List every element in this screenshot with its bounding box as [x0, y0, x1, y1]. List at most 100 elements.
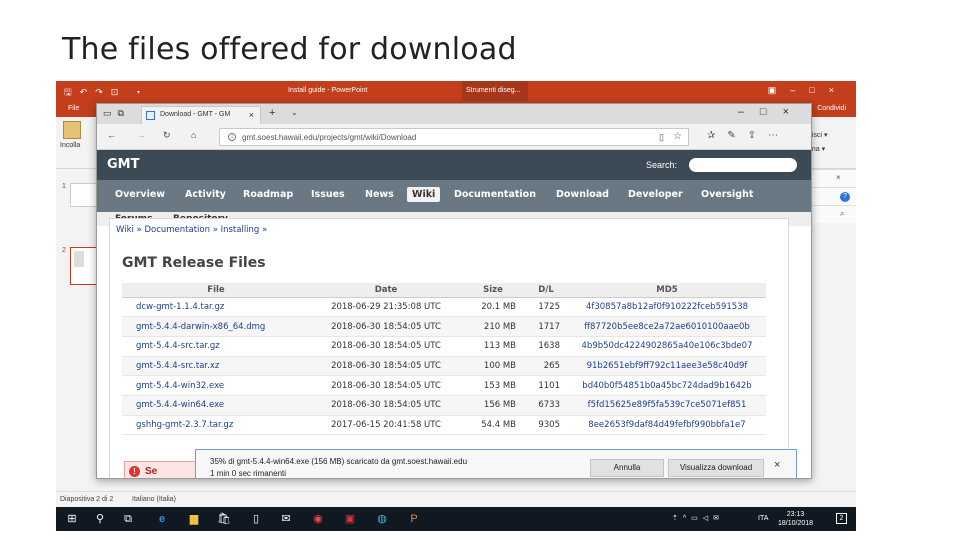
file-date: 2018-06-30 18:54:05 UTC	[310, 356, 462, 377]
column-header-file[interactable]: File	[122, 283, 310, 298]
file-date: 2018-06-29 21:35:08 UTC	[310, 297, 462, 318]
file-md5: 91b2651ebf9ff792c11aee3e58c40d9f	[568, 356, 766, 377]
back-icon[interactable]: ←	[107, 130, 116, 140]
browser-toolbar-icons[interactable]: ✰✎⇪⋯	[707, 130, 790, 141]
file-md5: 8ee2653f9daf84d49fefbf990bbfa1e7	[568, 415, 766, 436]
menu-developer[interactable]: Developer	[628, 189, 683, 200]
globe-icon[interactable]: ◍	[374, 511, 390, 527]
browser-window-controls[interactable]: –□×	[738, 106, 805, 118]
slide-number-1: 1	[62, 183, 66, 190]
menu-overview[interactable]: Overview	[115, 189, 165, 200]
menu-oversight[interactable]: Oversight	[701, 189, 753, 200]
mail-icon[interactable]: ✉	[278, 511, 294, 527]
file-link[interactable]: gmt-5.4.4-win32.exe	[122, 375, 310, 396]
task-view-icon[interactable]: ⧉	[120, 511, 136, 527]
menu-news[interactable]: News	[365, 189, 394, 200]
panel-row-close[interactable]: ×	[812, 169, 856, 187]
file-md5: 4f30857a8b12af0f910222fceb591538	[568, 297, 766, 318]
file-downloads: 1717	[524, 316, 568, 337]
column-header-dl[interactable]: D/L	[524, 283, 568, 298]
file-downloads: 265	[524, 356, 568, 377]
paste-button[interactable]: Incolla	[60, 121, 84, 157]
address-bar[interactable]: i gmt.soest.hawaii.edu/projects/gmt/wiki…	[219, 128, 689, 146]
browser-tab[interactable]: Download - GMT - GM ×	[141, 106, 261, 124]
table-row: gmt-5.4.4-darwin-x86_64.dmg 2018-06-30 1…	[122, 316, 766, 337]
column-header-md5[interactable]: MD5	[568, 283, 766, 298]
table-row: gmt-5.4.4-src.tar.gz 2018-06-30 18:54:05…	[122, 336, 766, 357]
file-md5: 4b9b50dc4224902865a40e106c3bde07	[568, 336, 766, 357]
quick-access-icons[interactable]: 🖫↶↷⊡ ▾	[64, 85, 148, 101]
menu-documentation[interactable]: Documentation	[454, 189, 536, 200]
breadcrumb[interactable]: Wiki » Documentation » Installing »	[116, 225, 267, 235]
edge-icon[interactable]: e	[154, 511, 170, 527]
file-size: 210 MB	[462, 316, 524, 337]
menu-roadmap[interactable]: Roadmap	[243, 189, 293, 200]
paste-label: Incolla	[60, 142, 81, 149]
cancel-download-button[interactable]: Annulla	[590, 459, 664, 477]
column-header-size[interactable]: Size	[462, 283, 524, 298]
file-size: 20.1 MB	[462, 297, 524, 318]
menu-issues[interactable]: Issues	[311, 189, 345, 200]
powerpoint-icon[interactable]: P	[406, 511, 422, 527]
site-search-input[interactable]	[689, 158, 797, 172]
notifications-icon[interactable]: 2	[836, 513, 847, 524]
menu-wiki[interactable]: Wiki	[407, 187, 441, 202]
favicon-icon	[146, 111, 155, 120]
file-tab[interactable]: File	[68, 105, 79, 112]
view-downloads-button[interactable]: Visualizza download	[668, 459, 764, 477]
browser-window: ▭⧉ Download - GMT - GM × + ⌄ –□× ← → ↻ ⌂…	[96, 103, 812, 479]
page-title: GMT Release Files	[122, 255, 266, 271]
window-controls-icon[interactable]: ▣–□×	[768, 85, 848, 96]
file-link[interactable]: gmt-5.4.4-darwin-x86_64.dmg	[122, 316, 310, 337]
reading-view-icon[interactable]: ▯	[659, 132, 664, 143]
clock[interactable]: 23:13 18/10/2018	[778, 510, 813, 528]
release-files-table: File Date Size D/L MD5 dcw-gmt-1.1.4.tar…	[122, 283, 766, 436]
panel-row-help[interactable]: ?	[812, 187, 856, 205]
app-icon[interactable]: ▣	[342, 511, 358, 527]
chevron-down-icon[interactable]: ⌄	[291, 108, 298, 117]
favorite-star-icon[interactable]: ☆	[673, 131, 682, 142]
tab-title: Download - GMT - GM	[160, 111, 231, 118]
panel-row-search[interactable]: ⌕	[812, 205, 856, 223]
file-date: 2018-06-30 18:54:05 UTC	[310, 395, 462, 416]
close-tab-icon[interactable]: ×	[249, 110, 254, 120]
alert-text: Se	[145, 466, 158, 477]
site-main-menu: Overview Activity Roadmap Issues News Wi…	[97, 180, 811, 212]
file-downloads: 6733	[524, 395, 568, 416]
start-icon[interactable]: ⊞	[64, 511, 80, 527]
search-icon[interactable]: ⚲	[92, 511, 108, 527]
file-link[interactable]: gmt-5.4.4-win64.exe	[122, 395, 310, 416]
chrome-icon[interactable]: ◉	[310, 511, 326, 527]
tab-actions-icons[interactable]: ▭⧉	[103, 108, 130, 119]
file-link[interactable]: gmt-5.4.4-src.tar.xz	[122, 356, 310, 377]
file-link[interactable]: gshhg-gmt-2.3.7.tar.gz	[122, 415, 310, 436]
table-header-row: File Date Size D/L MD5	[122, 283, 766, 298]
menu-download[interactable]: Download	[556, 189, 609, 200]
share-button[interactable]: Condividi	[817, 105, 846, 112]
document-icon[interactable]: ▯	[248, 511, 264, 527]
column-header-date[interactable]: Date	[310, 283, 462, 298]
download-notification-bar: 35% di gmt-5.4.4-win64.exe (156 MB) scar…	[195, 449, 797, 478]
file-link[interactable]: dcw-gmt-1.1.4.tar.gz	[122, 297, 310, 318]
thumbnail-image	[74, 251, 84, 267]
site-header: GMT Search:	[97, 150, 811, 180]
file-explorer-icon[interactable]: ▆	[186, 511, 202, 527]
close-icon[interactable]: ×	[774, 459, 780, 471]
drawing-tools-tab[interactable]: Strumenti diseg...	[462, 81, 528, 101]
file-date: 2018-06-30 18:54:05 UTC	[310, 336, 462, 357]
file-size: 100 MB	[462, 356, 524, 377]
new-tab-icon[interactable]: +	[269, 107, 275, 119]
home-icon[interactable]: ⌂	[191, 130, 196, 140]
site-logo[interactable]: GMT	[107, 157, 139, 172]
site-info-icon[interactable]: i	[228, 133, 236, 141]
file-md5: bd40b0f54851b0a45bc724dad9b1642b	[568, 375, 766, 396]
menu-activity[interactable]: Activity	[185, 189, 226, 200]
refresh-icon[interactable]: ↻	[163, 130, 171, 141]
windows-taskbar: ⊞ ⚲ ⧉ e ▆ 🛍 ▯ ✉ ◉ ▣ ◍ P ⇡^▭◁✉ ITA 23:13 …	[56, 507, 856, 531]
store-icon[interactable]: 🛍	[216, 511, 232, 527]
file-link[interactable]: gmt-5.4.4-src.tar.gz	[122, 336, 310, 357]
forward-icon[interactable]: →	[137, 130, 146, 140]
system-tray-icons[interactable]: ⇡^▭◁✉	[672, 514, 724, 522]
screenshot: 🖫↶↷⊡ ▾ Install guide - PowerPoint Strume…	[56, 81, 856, 531]
language-indicator[interactable]: ITA	[758, 515, 768, 522]
